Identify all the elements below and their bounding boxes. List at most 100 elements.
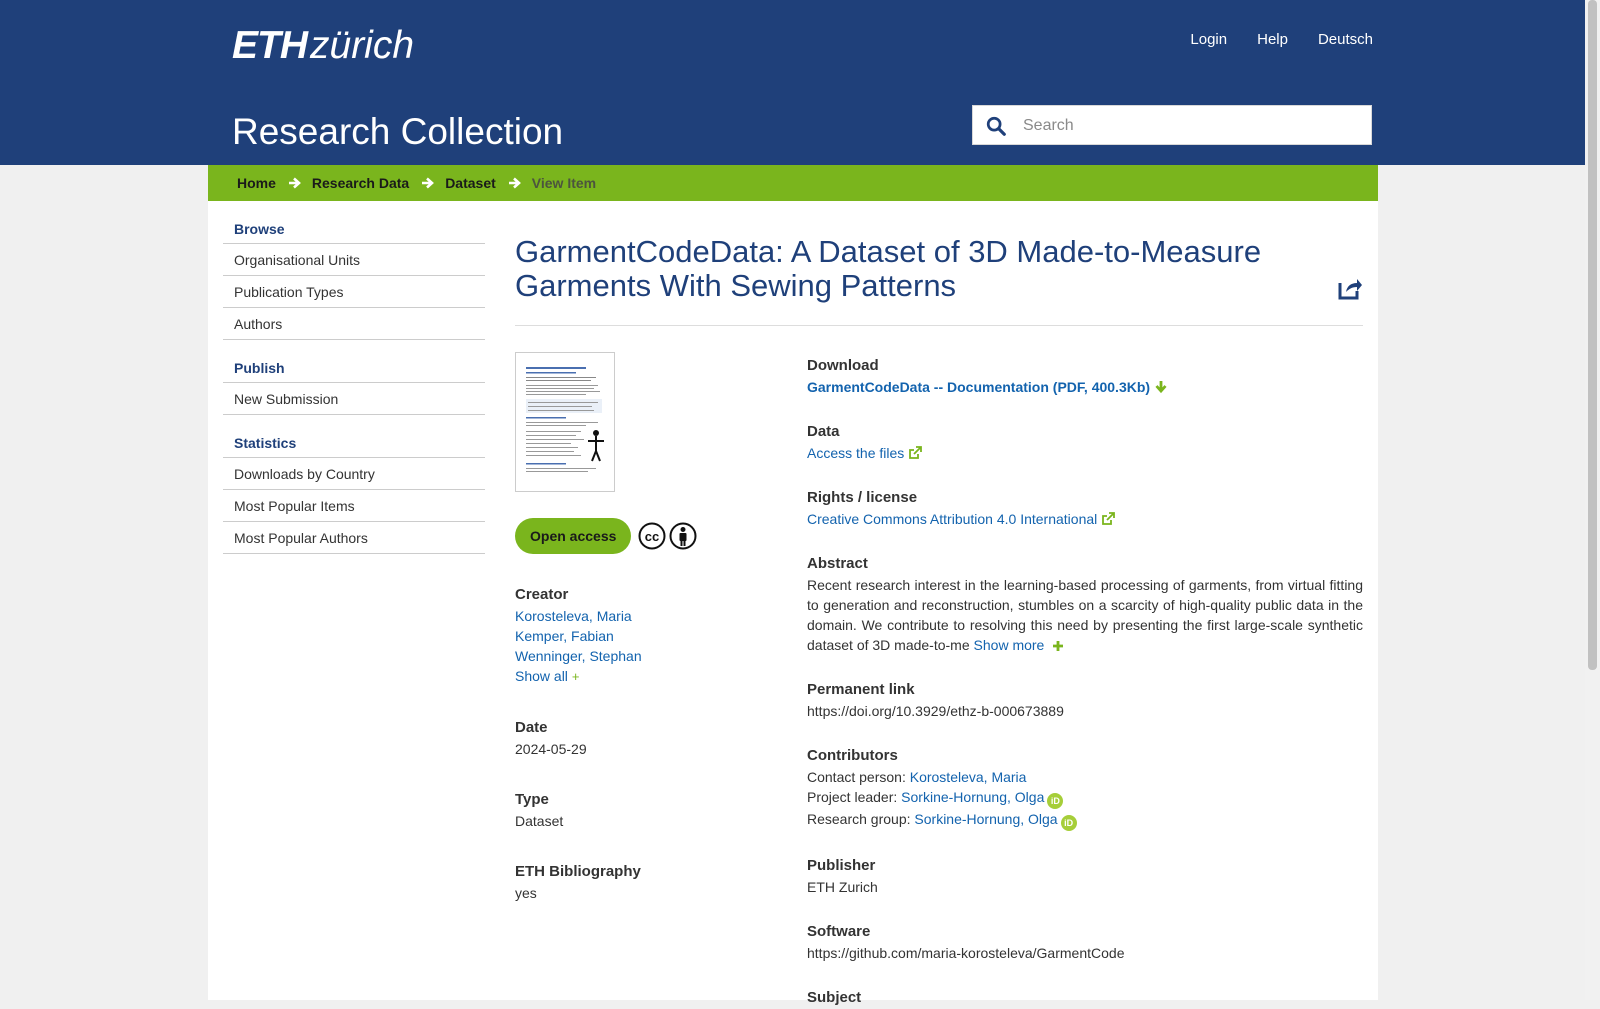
permanent-link-field: Permanent link https://doi.org/10.3929/e…: [807, 679, 1363, 721]
creator-link[interactable]: Wenninger, Stephan: [515, 646, 785, 666]
breadcrumb-dataset[interactable]: Dataset: [445, 175, 496, 191]
breadcrumb-research-data[interactable]: Research Data: [312, 175, 409, 191]
page-scrollbar[interactable]: [1585, 0, 1600, 1000]
sidebar-heading-browse: Browse: [223, 217, 485, 244]
software-label: Software: [807, 923, 871, 940]
share-icon[interactable]: [1337, 275, 1363, 301]
document-thumbnail[interactable]: [515, 352, 615, 492]
creator-link[interactable]: Kemper, Fabian: [515, 626, 785, 646]
sidebar-item-organisational-units[interactable]: Organisational Units: [223, 244, 485, 276]
access-badges: Open access cc: [515, 518, 785, 554]
eth-logo[interactable]: ETHzürich: [232, 24, 414, 68]
contributor-row: Research group: Sorkine-Hornung, Olga iD: [807, 809, 1363, 831]
data-field: Data Access the files: [807, 421, 1363, 463]
download-label: Download: [807, 357, 879, 374]
show-all-label: Show all: [515, 668, 568, 684]
sidebar-item-authors[interactable]: Authors: [223, 308, 485, 340]
download-link-text: GarmentCodeData -- Documentation (PDF, 4…: [807, 379, 1151, 395]
breadcrumb-current: View Item: [531, 175, 597, 191]
search-icon[interactable]: [985, 115, 1007, 137]
contributor-row: Contact person: Korosteleva, Maria: [807, 767, 1363, 787]
sidebar-publish: Publish New Submission: [223, 356, 485, 415]
contributor-row: Project leader: Sorkine-Hornung, Olga iD: [807, 787, 1363, 809]
date-label: Date: [515, 719, 548, 736]
breadcrumb: Home Research Data Dataset View Item: [208, 165, 1378, 201]
main-content: Browse Organisational Units Publication …: [208, 201, 1378, 1006]
abstract-body: Recent research interest in the learning…: [807, 577, 1363, 653]
publisher-label: Publisher: [807, 857, 876, 874]
sidebar-item-most-popular-authors[interactable]: Most Popular Authors: [223, 522, 485, 554]
download-field: Download GarmentCodeData -- Documentatio…: [807, 355, 1363, 397]
contributor-link[interactable]: Sorkine-Hornung, Olga: [901, 789, 1044, 805]
date-field: Date 2024-05-29: [515, 717, 785, 759]
software-value: https://github.com/maria-korosteleva/Gar…: [807, 945, 1125, 961]
abstract-field: Abstract Recent research interest in the…: [807, 553, 1363, 655]
site-title[interactable]: Research Collection: [232, 110, 563, 154]
logo-eth-text: ETH: [232, 24, 308, 67]
subject-label: Subject: [807, 989, 862, 1006]
language-link[interactable]: Deutsch: [1318, 30, 1373, 50]
plus-icon: +: [571, 669, 580, 684]
breadcrumb-home[interactable]: Home: [237, 175, 276, 191]
arrow-right-icon: [508, 177, 521, 189]
sidebar-statistics: Statistics Downloads by Country Most Pop…: [223, 431, 485, 554]
orcid-icon[interactable]: iD: [1060, 815, 1077, 831]
scrollbar-thumb[interactable]: [1588, 0, 1597, 670]
search-input[interactable]: [1021, 106, 1365, 146]
sidebar-heading-publish: Publish: [223, 356, 485, 383]
subject-field: Subject: [807, 987, 1363, 1009]
download-arrow-icon: [1155, 381, 1167, 394]
show-more-link[interactable]: Show more: [974, 637, 1065, 653]
type-label: Type: [515, 791, 549, 808]
search-box: [972, 105, 1372, 146]
sidebar-item-most-popular-items[interactable]: Most Popular Items: [223, 490, 485, 522]
item-view: GarmentCodeData: A Dataset of 3D Made-to…: [515, 235, 1363, 1006]
sidebar-browse: Browse Organisational Units Publication …: [223, 217, 485, 340]
license-text: Creative Commons Attribution 4.0 Interna…: [807, 511, 1098, 527]
bibliography-field: ETH Bibliography yes: [515, 861, 785, 903]
access-files-text: Access the files: [807, 445, 905, 461]
cc-license-icons[interactable]: cc: [635, 522, 697, 550]
sidebar-item-publication-types[interactable]: Publication Types: [223, 276, 485, 308]
creator-label: Creator: [515, 586, 569, 603]
contributor-role: Project leader:: [807, 789, 898, 805]
orcid-icon[interactable]: iD: [1047, 793, 1064, 809]
svg-text:cc: cc: [645, 529, 659, 544]
top-nav: Login Help Deutsch: [1160, 30, 1373, 50]
creator-field: Creator Korosteleva, Maria Kemper, Fabia…: [515, 584, 785, 687]
open-access-badge[interactable]: Open access: [515, 518, 632, 554]
sidebar-item-downloads-by-country[interactable]: Downloads by Country: [223, 458, 485, 490]
software-field: Software https://github.com/maria-korost…: [807, 921, 1363, 963]
contributor-role: Contact person:: [807, 769, 906, 785]
download-documentation-link[interactable]: GarmentCodeData -- Documentation (PDF, 4…: [807, 379, 1168, 395]
date-value: 2024-05-29: [515, 741, 587, 757]
type-value: Dataset: [515, 813, 564, 829]
publisher-value: ETH Zurich: [807, 879, 878, 895]
abstract-label: Abstract: [807, 555, 868, 572]
sidebar: Browse Organisational Units Publication …: [223, 217, 485, 570]
license-link[interactable]: Creative Commons Attribution 4.0 Interna…: [807, 509, 1363, 529]
contributor-link[interactable]: Korosteleva, Maria: [910, 769, 1027, 785]
plus-icon: [1053, 641, 1064, 651]
arrow-right-icon: [422, 177, 435, 189]
creator-link[interactable]: Korosteleva, Maria: [515, 606, 785, 626]
by-attribution-icon: [669, 522, 697, 550]
help-link[interactable]: Help: [1257, 30, 1288, 50]
contributors-field: Contributors Contact person: Korosteleva…: [807, 745, 1363, 831]
data-label: Data: [807, 423, 840, 440]
bibliography-value: yes: [515, 885, 537, 901]
access-files-link[interactable]: Access the files: [807, 443, 1363, 463]
contributors-label: Contributors: [807, 747, 898, 764]
item-right-column: Download GarmentCodeData -- Documentatio…: [807, 355, 1363, 1009]
type-field: Type Dataset: [515, 789, 785, 831]
contributor-link[interactable]: Sorkine-Hornung, Olga: [914, 811, 1057, 827]
login-link[interactable]: Login: [1190, 30, 1227, 50]
rights-field: Rights / license Creative Commons Attrib…: [807, 487, 1363, 529]
permanent-link-value: https://doi.org/10.3929/ethz-b-000673889: [807, 703, 1064, 719]
title-divider: [515, 325, 1363, 326]
show-more-text: Show more: [973, 637, 1045, 653]
show-all-creators-link[interactable]: Show all +: [515, 666, 785, 687]
sidebar-heading-statistics: Statistics: [223, 431, 485, 458]
sidebar-item-new-submission[interactable]: New Submission: [223, 383, 485, 415]
external-link-icon: [909, 446, 923, 459]
